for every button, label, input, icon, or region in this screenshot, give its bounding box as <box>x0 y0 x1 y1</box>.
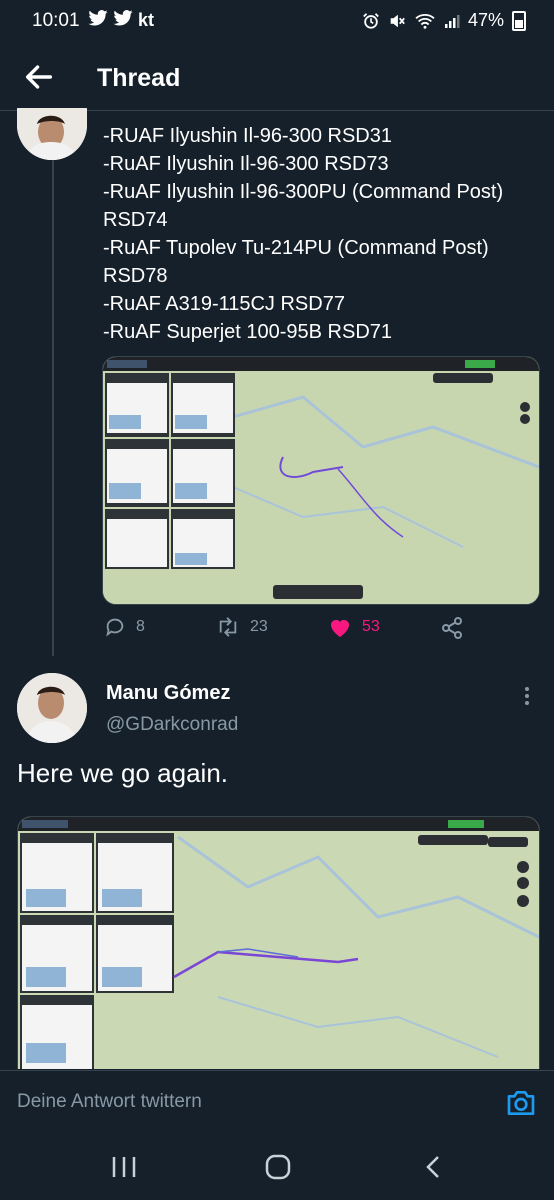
reply-button[interactable]: 8 <box>104 616 145 638</box>
camera-icon[interactable] <box>505 1087 537 1119</box>
battery-icon <box>512 10 526 31</box>
share-icon <box>442 617 462 639</box>
home-icon[interactable] <box>258 1150 298 1184</box>
share-button[interactable] <box>440 616 464 640</box>
reply-count: 8 <box>136 618 145 635</box>
wifi-icon <box>415 13 435 29</box>
back-arrow-icon[interactable] <box>22 60 56 94</box>
tweet-line: -RuAF Tupolev Tu-214PU (Command Post) <box>103 237 489 259</box>
like-button[interactable]: 53 <box>328 616 380 638</box>
tweet-line: -RuAF Ilyushin Il-96-300PU (Command Post… <box>103 181 504 203</box>
more-options-icon[interactable] <box>520 684 534 718</box>
avatar[interactable] <box>17 673 87 743</box>
retweet-count: 23 <box>250 618 268 635</box>
thread-line <box>52 160 54 656</box>
twitter-icon <box>88 10 108 26</box>
mute-icon <box>390 14 405 27</box>
tweet-image-flight-map[interactable] <box>102 356 540 605</box>
retweet-icon <box>219 617 237 637</box>
signal-icon <box>444 14 460 28</box>
thread-header: Thread <box>0 50 554 111</box>
status-time: 10:01 <box>32 10 80 31</box>
tweet-image-flight-map[interactable] <box>17 816 540 1069</box>
reply-icon <box>106 618 124 637</box>
recent-apps-icon[interactable] <box>104 1150 144 1184</box>
tweet-line: -RuAF Ilyushin Il-96-300 RSD73 <box>103 153 389 175</box>
alarm-icon <box>363 12 379 29</box>
kt-label: kt <box>138 10 155 30</box>
tweet-line: -RUAF Ilyushin Il-96-300 RSD31 <box>103 125 392 147</box>
tweet-line: -RuAF Superjet 100-95B RSD71 <box>103 321 393 343</box>
avatar[interactable] <box>17 108 87 160</box>
tweet-line: RSD78 <box>103 265 168 287</box>
tweet-line: RSD74 <box>103 209 168 231</box>
author-name[interactable]: Manu Gómez <box>106 682 230 705</box>
reply-composer[interactable]: Deine Antwort twittern <box>0 1070 554 1135</box>
battery-percent: 47% <box>467 10 504 30</box>
retweet-button[interactable]: 23 <box>216 616 268 638</box>
tweet-text: -RUAF Ilyushin Il-96-300 RSD31 -RuAF Ily… <box>103 122 543 346</box>
reply-input[interactable]: Deine Antwort twittern <box>17 1091 202 1113</box>
tweet-line: -RuAF A319-115CJ RSD77 <box>103 293 345 315</box>
heart-icon <box>331 620 349 637</box>
back-icon[interactable] <box>414 1150 454 1184</box>
notification-icons: kt <box>88 10 154 31</box>
tweet-body: Here we go again. <box>17 758 229 788</box>
tweet-actions: 8 23 53 <box>104 616 534 646</box>
page-title: Thread <box>97 64 181 92</box>
like-count: 53 <box>362 618 380 635</box>
twitter-icon <box>113 10 133 26</box>
system-navigation-bar <box>0 1134 554 1200</box>
author-handle[interactable]: @GDarkconrad <box>106 714 238 736</box>
status-right: 47% <box>362 10 526 31</box>
status-bar: 10:01 kt 47% <box>0 0 554 44</box>
